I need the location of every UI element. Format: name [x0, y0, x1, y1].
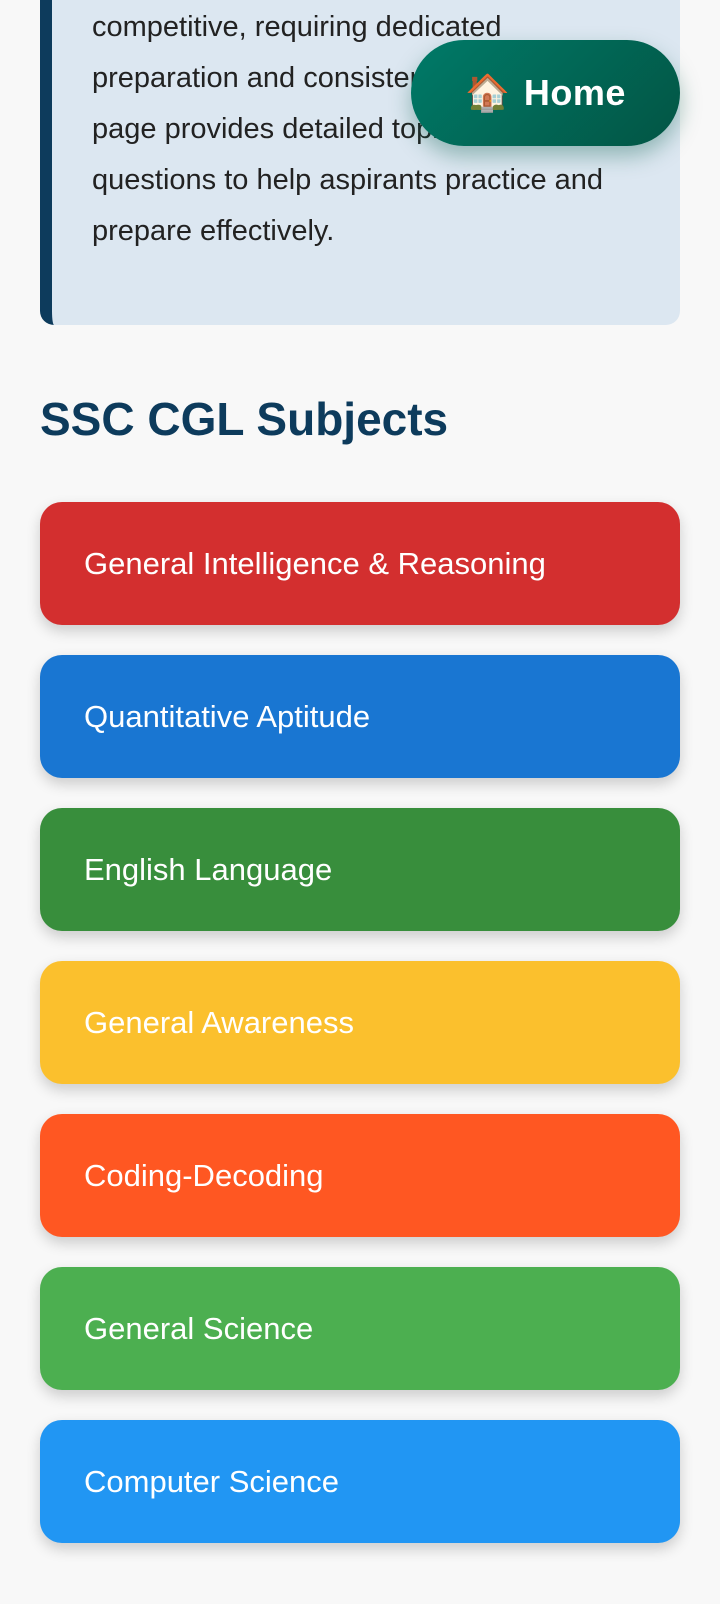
subject-label: General Awareness — [84, 1004, 354, 1040]
subject-card-english[interactable]: English Language — [40, 808, 680, 931]
subject-card-science[interactable]: General Science — [40, 1267, 680, 1390]
subject-label: English Language — [84, 851, 333, 887]
subject-label: Coding-Decoding — [84, 1157, 324, 1193]
subject-label: Computer Science — [84, 1463, 340, 1499]
subject-card-quant[interactable]: Quantitative Aptitude — [40, 655, 680, 778]
subject-card-coding-decoding[interactable]: Coding-Decoding — [40, 1114, 680, 1237]
home-label: Home — [523, 72, 626, 113]
subject-label: Quantitative Aptitude — [84, 698, 371, 734]
subject-card-reasoning[interactable]: General Intelligence & Reasoning — [40, 502, 680, 625]
subject-card-awareness[interactable]: General Awareness — [40, 961, 680, 1084]
subject-card-computer-science[interactable]: Computer Science — [40, 1420, 680, 1543]
section-title: SSC CGL Subjects — [40, 393, 449, 445]
subject-label: General Intelligence & Reasoning — [84, 545, 546, 581]
house-icon: 🏠 — [465, 72, 510, 113]
subject-list: General Intelligence & Reasoning Quantit… — [40, 502, 680, 1573]
home-button[interactable]: 🏠 Home — [411, 40, 680, 146]
subject-label: General Science — [84, 1310, 314, 1346]
